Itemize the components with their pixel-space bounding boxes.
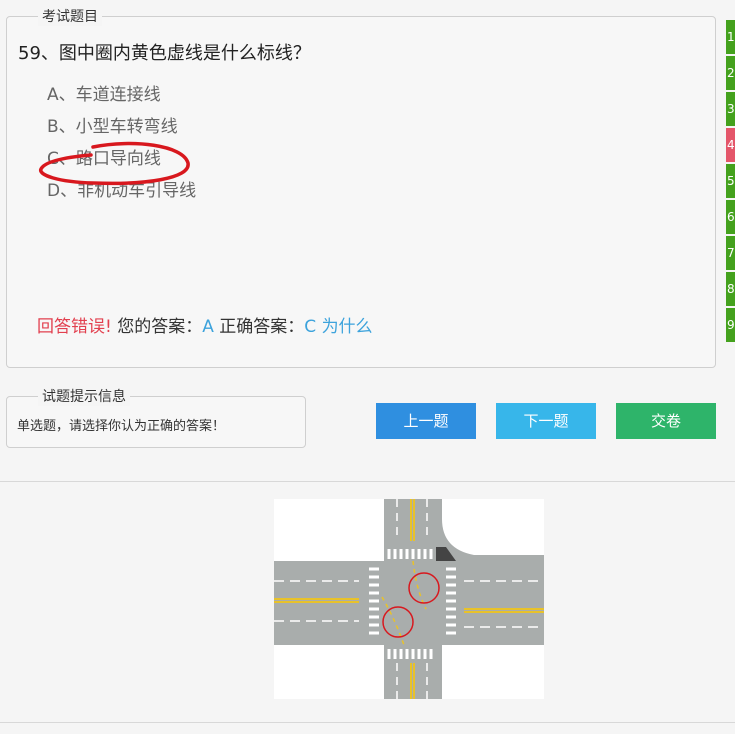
- result-line: 回答错误! 您的答案：A 正确答案：C 为什么: [37, 312, 373, 337]
- nav-item-4[interactable]: 4: [726, 128, 735, 162]
- red-circle-annotation: [39, 141, 190, 186]
- your-answer-label: 您的答案：: [117, 317, 203, 337]
- question-nav: 1 2 3 4 5 6 7 8 9: [726, 20, 735, 344]
- intersection-diagram: [274, 499, 544, 699]
- nav-item-7[interactable]: 7: [726, 236, 735, 270]
- correct-answer: C: [304, 317, 317, 337]
- intersection-image: [274, 499, 544, 699]
- nav-item-2[interactable]: 2: [726, 56, 735, 90]
- hint-panel-legend: 试题提示信息: [38, 388, 130, 406]
- question-panel-legend: 考试题目: [38, 8, 102, 26]
- next-question-button[interactable]: 下一题: [496, 403, 596, 439]
- section-divider: [0, 481, 735, 482]
- nav-item-3[interactable]: 3: [726, 92, 735, 126]
- nav-item-9[interactable]: 9: [726, 308, 735, 342]
- question-panel: 考试题目 59、图中圈内黄色虚线是什么标线？ A、车道连接线 B、小型车转弯线 …: [6, 8, 716, 368]
- option-a[interactable]: A、车道连接线: [47, 83, 196, 115]
- prev-question-button[interactable]: 上一题: [376, 403, 476, 439]
- correct-answer-label: 正确答案：: [219, 317, 305, 337]
- submit-exam-button[interactable]: 交卷: [616, 403, 716, 439]
- nav-item-6[interactable]: 6: [726, 200, 735, 234]
- hint-panel: 试题提示信息 单选题，请选择你认为正确的答案！: [6, 388, 306, 448]
- question-title: 59、图中圈内黄色虚线是什么标线？: [18, 43, 311, 64]
- why-link[interactable]: 为什么: [322, 317, 373, 337]
- your-answer: A: [202, 317, 214, 337]
- nav-item-8[interactable]: 8: [726, 272, 735, 306]
- nav-item-1[interactable]: 1: [726, 20, 735, 54]
- result-status: 回答错误!: [37, 317, 112, 337]
- hint-text: 单选题，请选择你认为正确的答案！: [17, 419, 226, 434]
- nav-item-5[interactable]: 5: [726, 164, 735, 198]
- bottom-divider: [0, 722, 735, 723]
